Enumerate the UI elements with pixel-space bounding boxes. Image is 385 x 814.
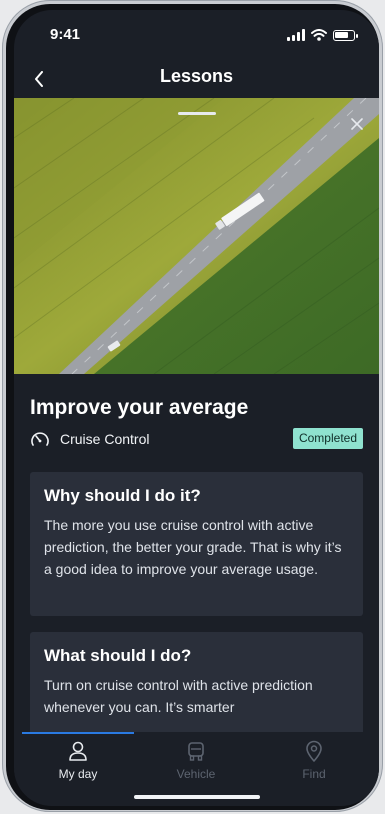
- truck-front-icon: [188, 742, 204, 761]
- person-icon: [69, 741, 87, 761]
- tab-find[interactable]: Find: [258, 740, 370, 786]
- lesson-meta: Cruise Control Completed: [30, 428, 363, 452]
- drag-handle[interactable]: [178, 112, 216, 115]
- battery-icon: [333, 29, 358, 41]
- tab-bar: My day Vehicle Find: [14, 732, 379, 806]
- hero-image: [14, 98, 379, 374]
- tab-vehicle[interactable]: Vehicle: [140, 740, 252, 786]
- status-time: 9:41: [50, 26, 81, 43]
- info-card-what: What should I do? Turn on cruise control…: [30, 632, 363, 732]
- status-bar: 9:41: [14, 10, 379, 62]
- category-label: Cruise Control: [60, 431, 150, 447]
- page-title: Lessons: [159, 66, 234, 86]
- lesson-content: Improve your average Cruise Control Comp…: [14, 374, 379, 732]
- close-icon[interactable]: [349, 116, 365, 132]
- map-pin-icon: [306, 740, 322, 762]
- tab-label: Find: [302, 767, 326, 781]
- status-icons: [287, 28, 358, 42]
- nav-bar: Lessons: [14, 62, 379, 96]
- tab-label: My day: [58, 767, 98, 781]
- active-tab-indicator: [22, 732, 134, 734]
- tab-my-day[interactable]: My day: [22, 740, 134, 786]
- signal-icon: [287, 29, 305, 41]
- card-heading: What should I do?: [44, 646, 192, 665]
- card-heading: Why should I do it?: [44, 486, 201, 505]
- status-badge: Completed: [292, 428, 363, 449]
- home-indicator[interactable]: [134, 795, 260, 799]
- wifi-icon: [311, 29, 327, 41]
- app-screen: 9:41 Lessons Improve your average Cruise…: [14, 10, 379, 806]
- speedometer-icon: [31, 432, 49, 446]
- lesson-title: Improve your average: [30, 396, 249, 419]
- card-body: The more you use cruise control with act…: [44, 517, 342, 577]
- info-card-why: Why should I do it? The more you use cru…: [30, 472, 363, 616]
- card-body: Turn on cruise control with active predi…: [44, 677, 313, 715]
- tab-label: Vehicle: [176, 767, 216, 781]
